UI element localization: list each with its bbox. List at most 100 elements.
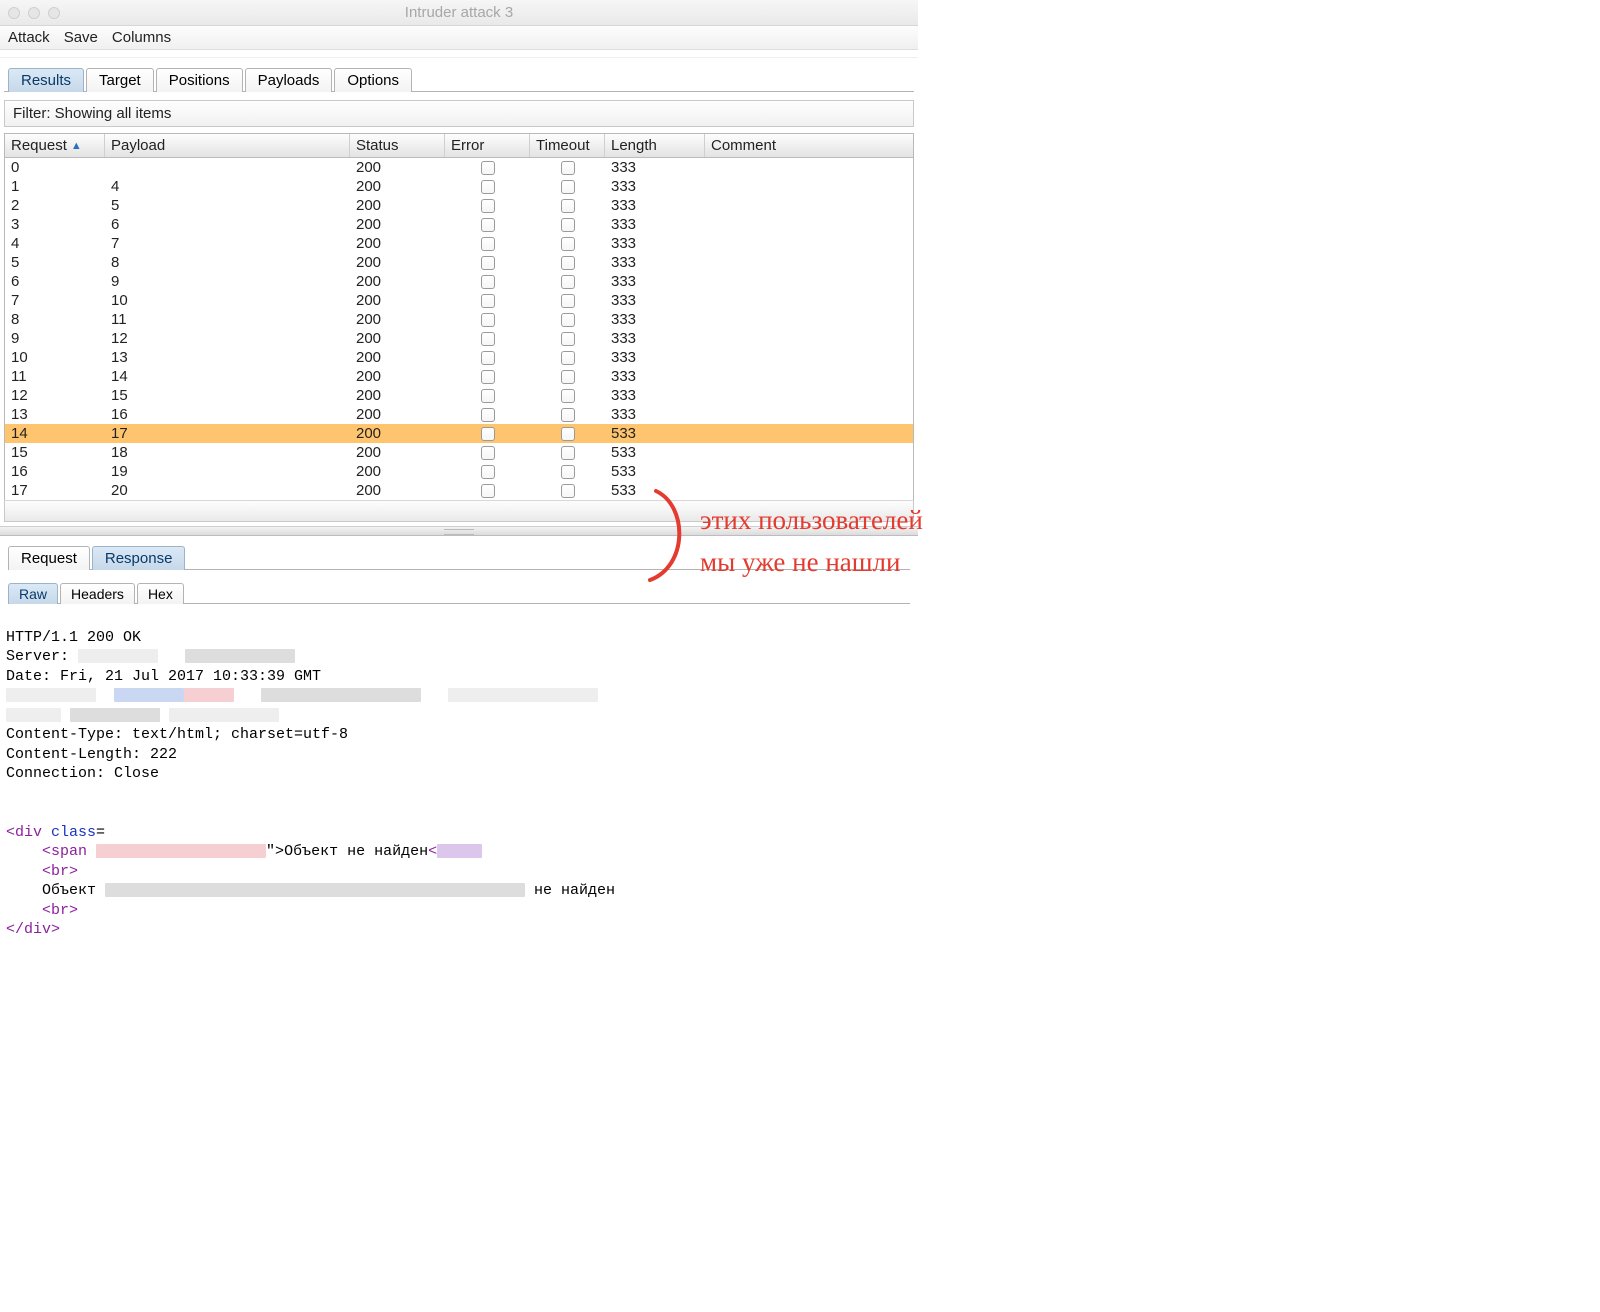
checkbox-icon [481, 180, 495, 194]
cell-status: 200 [350, 253, 445, 272]
table-row[interactable]: 1114200333 [5, 367, 913, 386]
tag: div [24, 921, 51, 938]
checkbox-icon [561, 465, 575, 479]
tab-options[interactable]: Options [334, 68, 412, 92]
cell-length: 533 [605, 424, 705, 443]
annotation-line: этих пользователей [700, 500, 923, 542]
cell-status: 200 [350, 367, 445, 386]
intruder-window: Intruder attack 3 Attack Save Columns Re… [0, 0, 918, 959]
table-row[interactable]: 912200333 [5, 329, 913, 348]
cell-comment [705, 367, 905, 386]
cell-timeout [530, 158, 605, 177]
table-row[interactable]: 1013200333 [5, 348, 913, 367]
cell-timeout [530, 367, 605, 386]
cell-length: 533 [605, 443, 705, 462]
cell-payload: 9 [105, 272, 350, 291]
checkbox-icon [481, 237, 495, 251]
table-row[interactable]: 811200333 [5, 310, 913, 329]
tab-hex[interactable]: Hex [137, 583, 184, 604]
cell-request: 17 [5, 481, 105, 500]
redacted [261, 688, 421, 702]
table-row[interactable]: 1215200333 [5, 386, 913, 405]
sort-asc-icon: ▲ [71, 140, 82, 152]
cell-length: 333 [605, 253, 705, 272]
checkbox-icon [561, 275, 575, 289]
cell-length: 333 [605, 348, 705, 367]
col-error[interactable]: Error [445, 134, 530, 157]
table-row[interactable]: 1720200533 [5, 481, 913, 500]
table-row[interactable]: 1316200333 [5, 405, 913, 424]
cell-payload: 19 [105, 462, 350, 481]
table-row[interactable]: 0200333 [5, 158, 913, 177]
cell-request: 14 [5, 424, 105, 443]
tab-target[interactable]: Target [86, 68, 154, 92]
tab-response[interactable]: Response [92, 546, 186, 570]
tab-payloads[interactable]: Payloads [245, 68, 333, 92]
col-length[interactable]: Length [605, 134, 705, 157]
filter-bar[interactable]: Filter: Showing all items [4, 100, 914, 127]
tab-results[interactable]: Results [8, 68, 84, 92]
cell-status: 200 [350, 348, 445, 367]
cell-timeout [530, 348, 605, 367]
tab-positions[interactable]: Positions [156, 68, 243, 92]
spacer [0, 50, 918, 58]
cell-payload: 5 [105, 196, 350, 215]
close-icon[interactable] [8, 7, 20, 19]
annotation-bracket [648, 488, 698, 583]
cell-request: 0 [5, 158, 105, 177]
col-request[interactable]: Request▲ [5, 134, 105, 157]
table-row[interactable]: 47200333 [5, 234, 913, 253]
raw-response[interactable]: HTTP/1.1 200 OK Server: Date: Fri, 21 Ju… [4, 606, 914, 959]
tab-headers[interactable]: Headers [60, 583, 135, 604]
cell-length: 333 [605, 367, 705, 386]
cell-request: 9 [5, 329, 105, 348]
table-row[interactable]: 1619200533 [5, 462, 913, 481]
table-row[interactable]: 14200333 [5, 177, 913, 196]
tag: < [42, 902, 51, 919]
cell-error [445, 158, 530, 177]
table-row[interactable]: 69200333 [5, 272, 913, 291]
raw-line: Content-Length: 222 [6, 746, 177, 763]
col-status[interactable]: Status [350, 134, 445, 157]
checkbox-icon [481, 351, 495, 365]
cell-timeout [530, 424, 605, 443]
zoom-icon[interactable] [48, 7, 60, 19]
col-timeout[interactable]: Timeout [530, 134, 605, 157]
cell-error [445, 481, 530, 500]
checkbox-icon [481, 256, 495, 270]
cell-comment [705, 291, 905, 310]
table-row[interactable]: 58200333 [5, 253, 913, 272]
redacted [105, 883, 525, 897]
cell-timeout [530, 234, 605, 253]
cell-payload: 18 [105, 443, 350, 462]
text: не найден [525, 882, 615, 899]
menu-save[interactable]: Save [64, 29, 98, 46]
raw-line: Date: Fri, 21 Jul 2017 10:33:39 GMT [6, 668, 321, 685]
checkbox-icon [561, 237, 575, 251]
menu-columns[interactable]: Columns [112, 29, 171, 46]
cell-length: 333 [605, 215, 705, 234]
cell-payload: 10 [105, 291, 350, 310]
table-row[interactable]: 36200333 [5, 215, 913, 234]
tab-raw[interactable]: Raw [8, 583, 58, 604]
menu-attack[interactable]: Attack [8, 29, 50, 46]
cell-request: 4 [5, 234, 105, 253]
raw-line: Content-Type: text/html; charset=utf-8 [6, 726, 348, 743]
cell-comment [705, 443, 905, 462]
minimize-icon[interactable] [28, 7, 40, 19]
cell-status: 200 [350, 443, 445, 462]
cell-request: 7 [5, 291, 105, 310]
tab-request[interactable]: Request [8, 546, 90, 570]
col-payload[interactable]: Payload [105, 134, 350, 157]
table-row[interactable]: 1518200533 [5, 443, 913, 462]
cell-payload: 13 [105, 348, 350, 367]
table-row[interactable]: 25200333 [5, 196, 913, 215]
table-row[interactable]: 1417200533 [5, 424, 913, 443]
cell-timeout [530, 386, 605, 405]
cell-request: 3 [5, 215, 105, 234]
col-comment[interactable]: Comment [705, 134, 905, 157]
cell-status: 200 [350, 177, 445, 196]
checkbox-icon [561, 161, 575, 175]
table-row[interactable]: 710200333 [5, 291, 913, 310]
checkbox-icon [561, 408, 575, 422]
